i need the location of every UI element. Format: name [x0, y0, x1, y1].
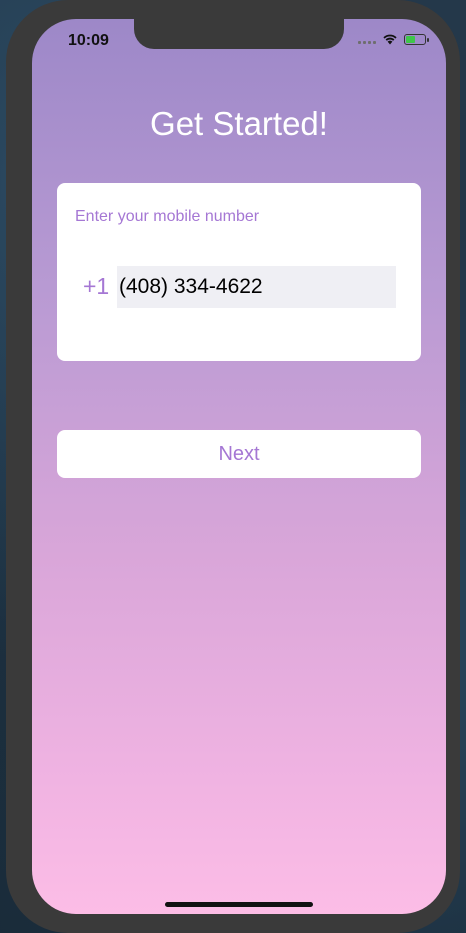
notch — [134, 19, 344, 49]
cellular-signal-icon — [358, 34, 376, 44]
country-code: +1 — [83, 273, 110, 299]
battery-icon — [404, 33, 429, 45]
status-icons — [358, 33, 429, 45]
home-indicator — [165, 902, 313, 907]
app-screen: 10:09 Get Started! Enter your mobile num… — [32, 19, 446, 914]
wifi-icon — [383, 34, 397, 45]
status-time: 10:09 — [68, 32, 109, 49]
phone-entry-card: Enter your mobile number +1 — [57, 183, 421, 361]
page-title: Get Started! — [150, 105, 328, 142]
mobile-number-label: Enter your mobile number — [75, 208, 260, 225]
phone-number-input[interactable] — [117, 266, 396, 308]
phone-frame: 10:09 Get Started! Enter your mobile num… — [6, 0, 460, 933]
battery-level — [406, 35, 415, 43]
next-button[interactable]: Next — [57, 430, 421, 478]
